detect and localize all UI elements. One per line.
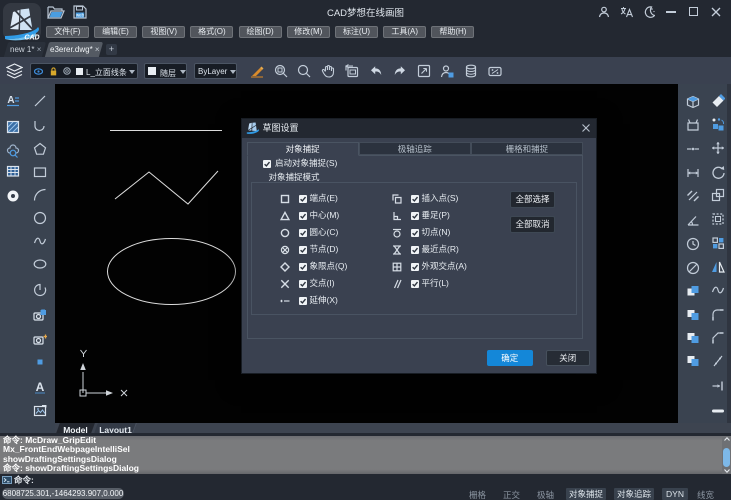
svg-text:CAD: CAD xyxy=(24,35,39,42)
svg-text:A: A xyxy=(36,380,45,394)
svg-text:A: A xyxy=(7,95,14,106)
